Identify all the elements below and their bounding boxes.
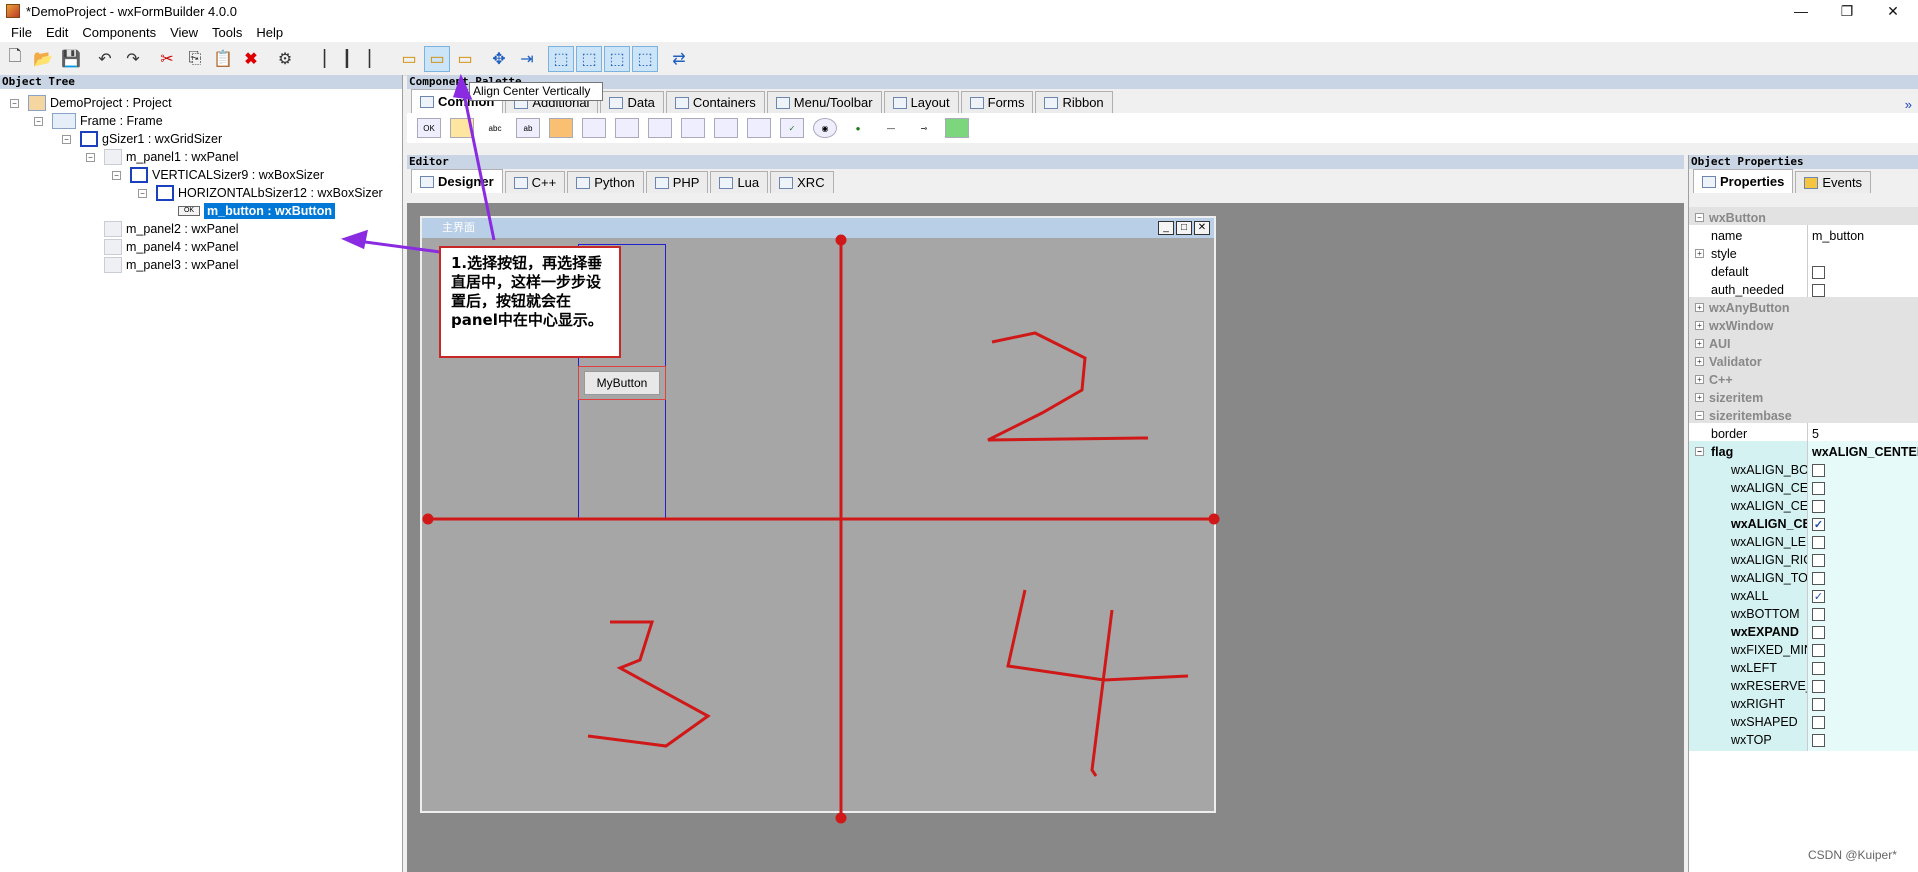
hand-drawn-digit-3: [587, 620, 711, 748]
hand-drawn-digit-2: [987, 331, 1149, 442]
annotation-dot: [835, 234, 847, 246]
hand-drawn-digit-4: [1006, 589, 1189, 777]
arrow-head: [340, 229, 368, 250]
arrow-head: [453, 73, 473, 100]
arrow-to-toolbar: [460, 83, 496, 241]
annotation-dot: [1208, 513, 1220, 525]
annotation-overlay: [340, 73, 1220, 824]
annotation-dot: [422, 513, 434, 525]
annotation-arrows: [340, 73, 496, 254]
annotation-dot: [835, 812, 847, 824]
watermark: CSDN @Kuiper*: [1808, 848, 1897, 862]
annotation-callout: 1.选择按钮，再选择垂直居中，这样一步步设置后，按钮就会在panel中在中心显示…: [439, 246, 621, 358]
